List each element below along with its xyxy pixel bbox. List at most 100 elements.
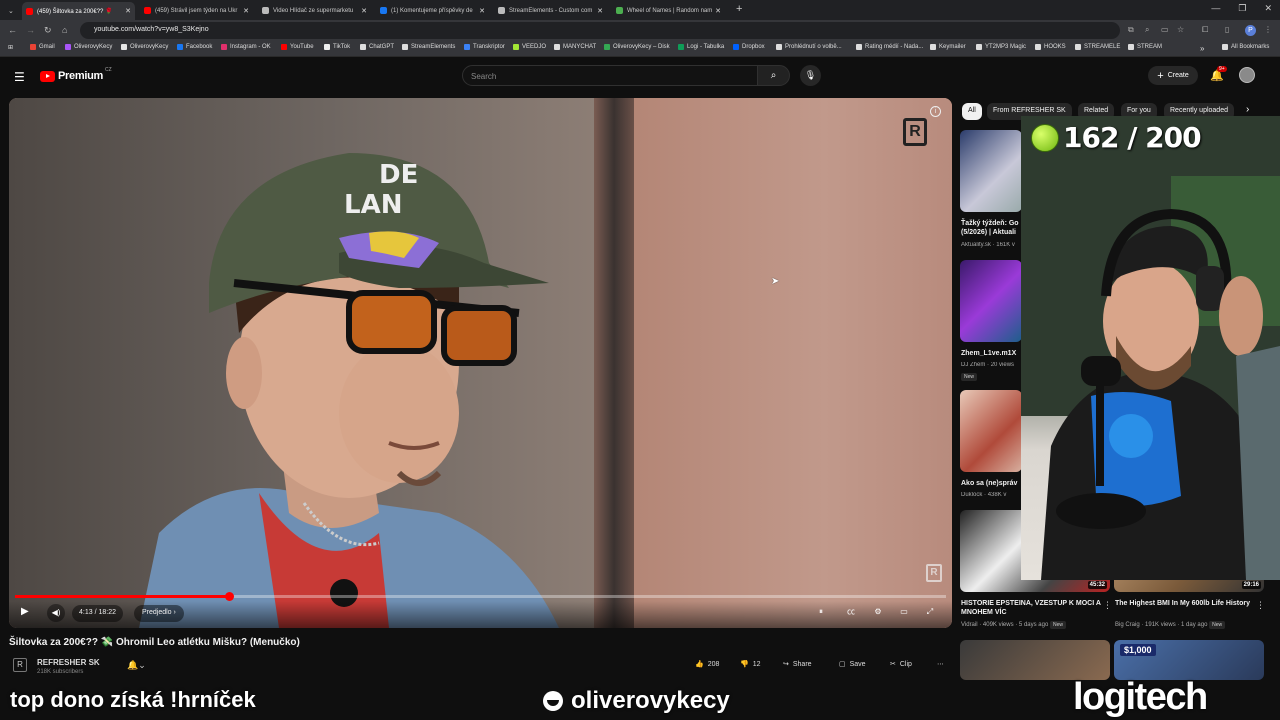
bookmark-item[interactable]: YouTube: [281, 44, 314, 50]
more-options-icon[interactable]: ⋮: [1256, 600, 1265, 611]
zoom-icon[interactable]: ⌕: [1145, 25, 1149, 35]
bookmark-item[interactable]: Keymailer: [930, 44, 966, 50]
video-player[interactable]: DE LAN R i R ➤ ▶ ◀) 4:13 / 18:22 Predjed…: [9, 98, 952, 628]
home-icon[interactable]: ⌂: [62, 25, 67, 35]
bookmark-item[interactable]: VEEDJO: [513, 44, 546, 50]
browser-tab[interactable]: (459) Šiltovka za 200€?? 🌹 ✕: [22, 2, 135, 20]
info-icon[interactable]: i: [930, 106, 941, 117]
maximize-icon[interactable]: ❐: [1238, 3, 1246, 14]
back-icon[interactable]: ←: [8, 25, 17, 35]
new-tab-button[interactable]: +: [736, 3, 742, 15]
svg-text:DE: DE: [379, 160, 418, 190]
recommendation-title[interactable]: HISTORIE EPSTEINA, VZESTUP K MOCI A MNOH…: [961, 599, 1101, 617]
bookmark-item[interactable]: Prohlédnutí o volbě...: [776, 44, 842, 50]
dislike-button[interactable]: 👎 12: [740, 660, 761, 669]
recommendation-thumbnail[interactable]: [960, 130, 1022, 212]
donation-goal-counter: 162 / 200: [1031, 121, 1202, 154]
translate-icon[interactable]: ⧉: [1128, 25, 1134, 35]
apps-icon[interactable]: ⊞: [8, 44, 13, 51]
bookmark-item[interactable]: StreamElements: [402, 44, 455, 50]
chevron-right-icon[interactable]: ›: [1246, 104, 1249, 115]
bookmark-item[interactable]: Gmail: [30, 44, 55, 50]
recommendation-title[interactable]: Zhem_L1ve.m1X: [961, 349, 1021, 358]
browser-tab[interactable]: (1) Komentujeme příspěvky de ✕: [376, 3, 489, 18]
play-icon[interactable]: ▶: [21, 606, 29, 617]
close-tab-icon[interactable]: ✕: [125, 7, 131, 15]
channel-avatar[interactable]: R: [13, 658, 27, 672]
recommendation-thumbnail[interactable]: [960, 390, 1022, 472]
save-button[interactable]: ▢ Save: [839, 660, 866, 669]
more-options-icon[interactable]: ⋮: [1103, 600, 1112, 611]
close-window-icon[interactable]: ✕: [1264, 3, 1272, 14]
settings-gear-icon[interactable]: ⚙: [872, 606, 884, 618]
search-input[interactable]: Search: [462, 65, 758, 86]
bookmark-item[interactable]: TikTok: [324, 44, 350, 50]
bookmark-item[interactable]: ChatGPT: [360, 44, 394, 50]
bookmark-item[interactable]: HOOKS: [1035, 44, 1066, 50]
theater-mode-icon[interactable]: ▭: [898, 606, 910, 618]
chip-all[interactable]: All: [962, 103, 982, 120]
address-bar[interactable]: youtube.com/watch?v=yw8_S3Kejno: [80, 22, 1120, 39]
bookmark-item[interactable]: MANYCHAT: [554, 44, 596, 50]
refresher-logo: R: [903, 118, 927, 146]
bookmark-item[interactable]: Transkriptor: [464, 44, 505, 50]
create-button[interactable]: + Create: [1148, 66, 1198, 85]
browser-tab[interactable]: Video Hlídač ze supermarketu ✕: [258, 3, 371, 18]
browser-tab[interactable]: StreamElements - Custom com ✕: [494, 3, 607, 18]
close-tab-icon[interactable]: ✕: [361, 7, 367, 15]
subscription-bell-icon[interactable]: 🔔⌄: [127, 660, 146, 671]
all-bookmarks[interactable]: All Bookmarks: [1222, 44, 1269, 50]
bookmark-item[interactable]: Dropbox: [733, 44, 765, 50]
more-actions-icon[interactable]: ⋯: [937, 660, 944, 668]
bookmark-item[interactable]: Logi - Tabulka: [678, 44, 724, 50]
profile-avatar[interactable]: P: [1245, 25, 1256, 36]
autoplay-toggle-icon[interactable]: ⏸: [815, 606, 827, 618]
chapter-button[interactable]: Predjedlo ›: [134, 605, 184, 622]
account-avatar[interactable]: [1239, 67, 1255, 83]
bookmark-item[interactable]: STREAMELE: [1075, 44, 1120, 50]
cast-icon[interactable]: ▭: [1161, 25, 1169, 34]
progress-bar[interactable]: [15, 592, 946, 601]
bookmark-item[interactable]: OliverovyKecy: [65, 44, 112, 50]
search-button[interactable]: ⌕: [757, 65, 790, 86]
recommendation-thumbnail[interactable]: [960, 260, 1022, 342]
browser-tab[interactable]: Wheel of Names | Random nam ✕: [612, 3, 725, 18]
close-tab-icon[interactable]: ✕: [243, 7, 249, 15]
extensions-icon[interactable]: ⧠: [1202, 25, 1208, 35]
tab-search-button[interactable]: ⌄: [4, 3, 18, 18]
share-button[interactable]: ↪ Share: [783, 660, 812, 669]
recommendation-thumbnail[interactable]: $1,000: [1114, 640, 1264, 680]
subtitles-icon[interactable]: ㏄: [845, 606, 857, 618]
recommendation-title[interactable]: Ako sa (ne)správ: [961, 479, 1021, 488]
recommendation-title[interactable]: The Highest BMI In My 600lb Life History: [1115, 599, 1255, 608]
bookmark-item[interactable]: OliverovyKecy: [121, 44, 168, 50]
forward-icon[interactable]: →: [26, 25, 35, 35]
bookmark-star-icon[interactable]: ☆: [1177, 25, 1184, 34]
voice-search-button[interactable]: 🎙: [800, 65, 821, 86]
sidepanel-icon[interactable]: ▯: [1225, 25, 1229, 34]
browser-tab[interactable]: (459) Strávil jsem týden na Ukr ✕: [140, 3, 253, 18]
close-tab-icon[interactable]: ✕: [715, 7, 721, 15]
channel-name[interactable]: REFRESHER SK: [37, 658, 100, 667]
close-tab-icon[interactable]: ✕: [479, 7, 485, 15]
youtube-premium-logo[interactable]: Premium CZ: [40, 67, 112, 82]
volume-icon[interactable]: ◀): [47, 604, 65, 622]
bookmark-item[interactable]: STREAM: [1128, 44, 1162, 50]
recommendation-thumbnail[interactable]: [960, 640, 1110, 680]
bookmark-item[interactable]: YT2MP3 Magic: [976, 44, 1026, 50]
more-bookmarks-icon[interactable]: »: [1200, 44, 1204, 53]
bookmark-item[interactable]: OliverovyKecy – Disk: [604, 44, 670, 50]
menu-icon[interactable]: ☰: [14, 70, 25, 84]
bookmark-item[interactable]: Instagram - OK: [221, 44, 271, 50]
minimize-icon[interactable]: —: [1211, 3, 1220, 14]
recommendation-title[interactable]: Ťažký týždeň: Go (5/2026) | Aktuali: [961, 219, 1021, 237]
clip-button[interactable]: ✂ Clip: [890, 660, 912, 669]
chrome-menu-icon[interactable]: ⋮: [1264, 25, 1272, 34]
reload-icon[interactable]: ↻: [44, 25, 52, 36]
close-tab-icon[interactable]: ✕: [597, 7, 603, 15]
bookmark-item[interactable]: Facebook: [177, 44, 212, 50]
like-button[interactable]: 👍 208: [695, 660, 719, 669]
bookmark-item[interactable]: Rating médií - Nada...: [856, 44, 923, 50]
fullscreen-icon[interactable]: ⤢: [924, 606, 936, 618]
channel-watermark-icon[interactable]: R: [926, 564, 942, 582]
